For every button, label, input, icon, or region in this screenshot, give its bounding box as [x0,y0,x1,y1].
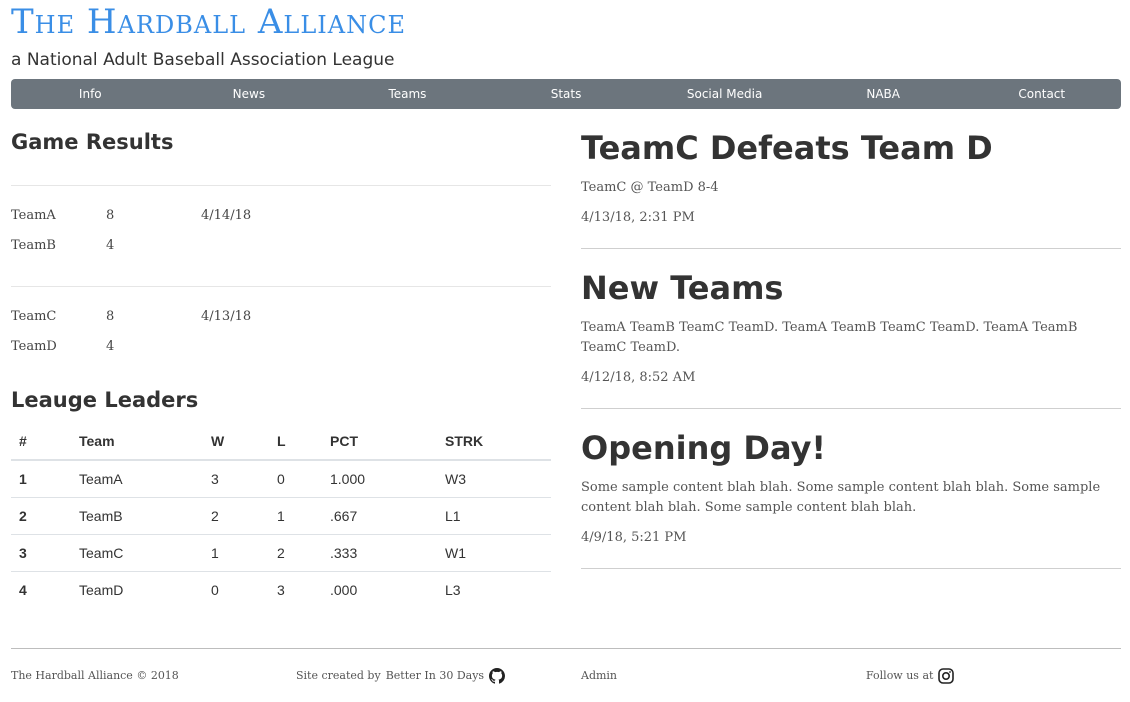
cell-team: TeamB [71,497,203,535]
cell-rank: 2 [11,497,71,535]
news-post: TeamC Defeats Team D TeamC @ TeamD 8-4 4… [581,126,1121,228]
column-header-pct: PCT [322,423,437,461]
post-date: 4/12/18, 8:52 AM [581,370,696,385]
post-date: 4/13/18, 2:31 PM [581,210,695,225]
instagram-icon[interactable] [938,668,955,684]
game-divider [11,286,551,287]
post-body: Some sample content blah blah. Some samp… [581,480,1101,515]
footer-admin: Admin [581,666,617,686]
cell-pct: .667 [322,497,437,535]
post-divider [581,568,1121,569]
league-leaders-table: # Team W L PCT STRK 1 TeamA 3 0 1.000 W3 [11,423,551,608]
league-leaders-title: Leauge Leaders [11,388,199,412]
cell-rank: 4 [19,581,27,598]
team-score: 4 [106,339,115,354]
table-row: 3 TeamC 1 2 .333 W1 [11,534,551,572]
team-score: 8 [106,309,115,324]
cell-losses: 2 [269,534,322,572]
table-row: 1 TeamA 3 0 1.000 W3 [11,460,551,498]
game-row: TeamC 8 4/13/18 [11,302,551,332]
site-title[interactable]: The Hardball Alliance [11,0,406,44]
nav-item-news[interactable]: News [170,79,329,109]
game-row: TeamA 8 4/14/18 [11,201,551,231]
table-header-row: # Team W L PCT STRK [11,423,551,461]
team-name: TeamB [11,238,56,253]
nav-item-stats[interactable]: Stats [487,79,646,109]
cell-losses: 3 [277,581,285,598]
footer-follow: Follow us at [866,666,955,686]
cell-wins: 1 [203,534,269,572]
cell-team: TeamD [79,581,124,598]
game-row: TeamB 4 [11,231,551,261]
column-header-streak: STRK [437,423,551,461]
post-divider [581,248,1121,249]
column-header-wins: W [203,423,269,461]
nav-item-social-media[interactable]: Social Media [645,79,804,109]
nav-item-teams[interactable]: Teams [328,79,487,109]
post-title[interactable]: Opening Day! [581,426,1121,470]
admin-link[interactable]: Admin [581,666,617,686]
footer-copyright: The Hardball Alliance © 2018 [11,666,179,686]
post-body: TeamA TeamB TeamC TeamD. TeamA TeamB Tea… [581,320,1078,355]
team-name: TeamA [11,208,56,223]
cell-pct: .333 [322,534,437,572]
cell-wins: 2 [203,497,269,535]
column-header-rank: # [11,423,71,461]
cell-streak: L1 [437,497,551,535]
table-row: 2 TeamB 2 1 .667 L1 [11,497,551,535]
cell-pct: 1.000 [322,460,437,498]
post-body: TeamC @ TeamD 8-4 [581,180,719,195]
site-subtitle: a National Adult Baseball Association Le… [11,50,395,70]
follow-text: Follow us at [866,669,934,682]
game-divider [11,185,551,186]
footer-credit: Site created by Better In 30 Days [296,666,506,686]
team-score: 4 [106,238,115,253]
news-post: Opening Day! Some sample content blah bl… [581,426,1121,548]
cell-streak: W1 [437,534,551,572]
column-header-team: Team [71,423,203,461]
cell-team: TeamC [71,534,203,572]
footer-divider [11,648,1121,649]
game-date: 4/14/18 [201,208,252,223]
credit-link[interactable]: Better In 30 Days [386,666,484,686]
cell-losses: 1 [269,497,322,535]
post-title[interactable]: TeamC Defeats Team D [581,126,1121,170]
cell-streak: L3 [445,581,461,598]
table-row: 4 TeamD 0 3 .000 L3 [11,571,551,608]
cell-team: TeamA [71,460,203,498]
github-icon[interactable] [489,668,506,684]
team-name: TeamD [11,339,57,354]
game-date: 4/13/18 [201,309,252,324]
post-title[interactable]: New Teams [581,266,1121,310]
team-score: 8 [106,208,115,223]
copyright-text: The Hardball Alliance © 2018 [11,669,179,682]
column-header-losses: L [269,423,322,461]
nav-item-contact[interactable]: Contact [962,79,1121,109]
news-post: New Teams TeamA TeamB TeamC TeamD. TeamA… [581,266,1121,388]
team-name: TeamC [11,309,57,324]
game-results-title: Game Results [11,130,174,154]
cell-rank: 3 [11,534,71,572]
nav-item-info[interactable]: Info [11,79,170,109]
post-date: 4/9/18, 5:21 PM [581,530,687,545]
page: The Hardball Alliance a National Adult B… [0,0,1130,702]
game-row: TeamD 4 [11,332,551,362]
cell-wins: 3 [203,460,269,498]
cell-rank: 1 [11,460,71,498]
main-nav: Info News Teams Stats Social Media NABA … [11,79,1121,109]
nav-item-naba[interactable]: NABA [804,79,963,109]
post-divider [581,408,1121,409]
cell-losses: 0 [269,460,322,498]
cell-streak: W3 [437,460,551,498]
credit-prefix: Site created by [296,669,381,682]
cell-wins: 0 [211,581,219,598]
cell-pct: .000 [330,581,358,598]
